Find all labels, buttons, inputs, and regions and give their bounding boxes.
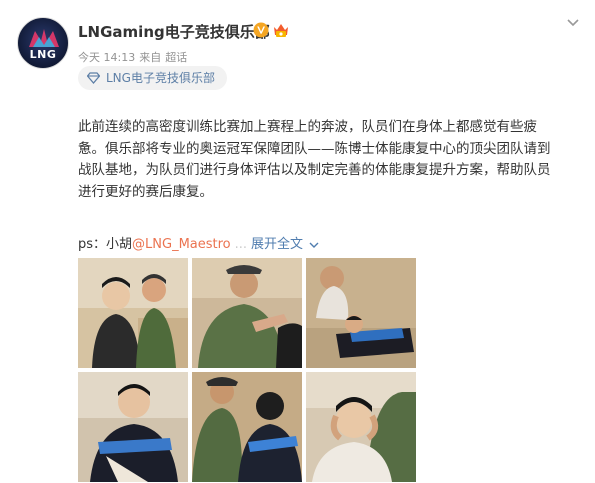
ps-line: ps：小胡@LNG_Maestro... 展开全文 — [78, 233, 319, 252]
post-body-line: 此前连续的高密度训练比赛加上赛程上的奔波，队员们在身体上都感觉有些疲 — [78, 119, 537, 135]
ps-separator: ... — [234, 237, 248, 252]
photo-image — [306, 258, 416, 368]
vip-member-icon[interactable] — [272, 21, 290, 39]
photo-thumbnail-4[interactable] — [78, 372, 188, 482]
diamond-icon — [87, 72, 100, 84]
post-body-line: 战队基地，为队员们进行身体评估以及制定完善的体能康复提升方案，帮助队员 — [78, 162, 551, 178]
expand-chevron-icon — [309, 242, 319, 248]
photo-image — [192, 258, 302, 368]
photo-thumbnail-1[interactable] — [78, 258, 188, 368]
photo-image — [78, 372, 188, 482]
photo-image — [306, 372, 416, 482]
expand-label: 展开全文 — [251, 237, 304, 252]
avatar[interactable]: LNG — [17, 17, 69, 69]
photo-thumbnail-3[interactable] — [306, 258, 416, 368]
avatar-logo-text: LNG — [29, 48, 57, 61]
source-link[interactable]: 超话 — [165, 51, 187, 64]
post-body-line: 惫。俱乐部将专业的奥运冠军保障团队——陈博士体能康复中心的顶尖团队请到 — [78, 140, 551, 157]
photo-thumbnail-6[interactable] — [306, 372, 416, 482]
post-body: 此前连续的高密度训练比赛加上赛程上的奔波，队员们在身体上都感觉有些疲 惫。俱乐部… — [78, 117, 578, 203]
photo-image — [78, 258, 188, 368]
post-body-line: 进行更好的赛后康复。 — [78, 183, 213, 200]
chevron-down-icon[interactable] — [565, 14, 581, 30]
source-prefix: 来自 — [139, 51, 162, 64]
group-tag-label: LNG电子竞技俱乐部 — [106, 71, 215, 85]
lng-logo-icon — [29, 29, 59, 47]
post-meta: 今天 14:13 来自 超话 — [78, 49, 191, 65]
post-timestamp[interactable]: 今天 14:13 — [78, 51, 135, 64]
photo-image — [192, 372, 302, 482]
expand-button[interactable]: 展开全文 — [251, 237, 319, 252]
ps-prefix: ps：小胡 — [78, 237, 133, 252]
username-link[interactable]: LNGaming电子竞技俱乐部 — [78, 21, 270, 42]
verified-v-icon[interactable] — [253, 22, 269, 38]
group-tag[interactable]: LNG电子竞技俱乐部 — [78, 66, 227, 90]
mention-link[interactable]: @LNG_Maestro — [132, 237, 231, 252]
photo-thumbnail-5[interactable] — [192, 372, 302, 482]
photo-thumbnail-2[interactable] — [192, 258, 302, 368]
